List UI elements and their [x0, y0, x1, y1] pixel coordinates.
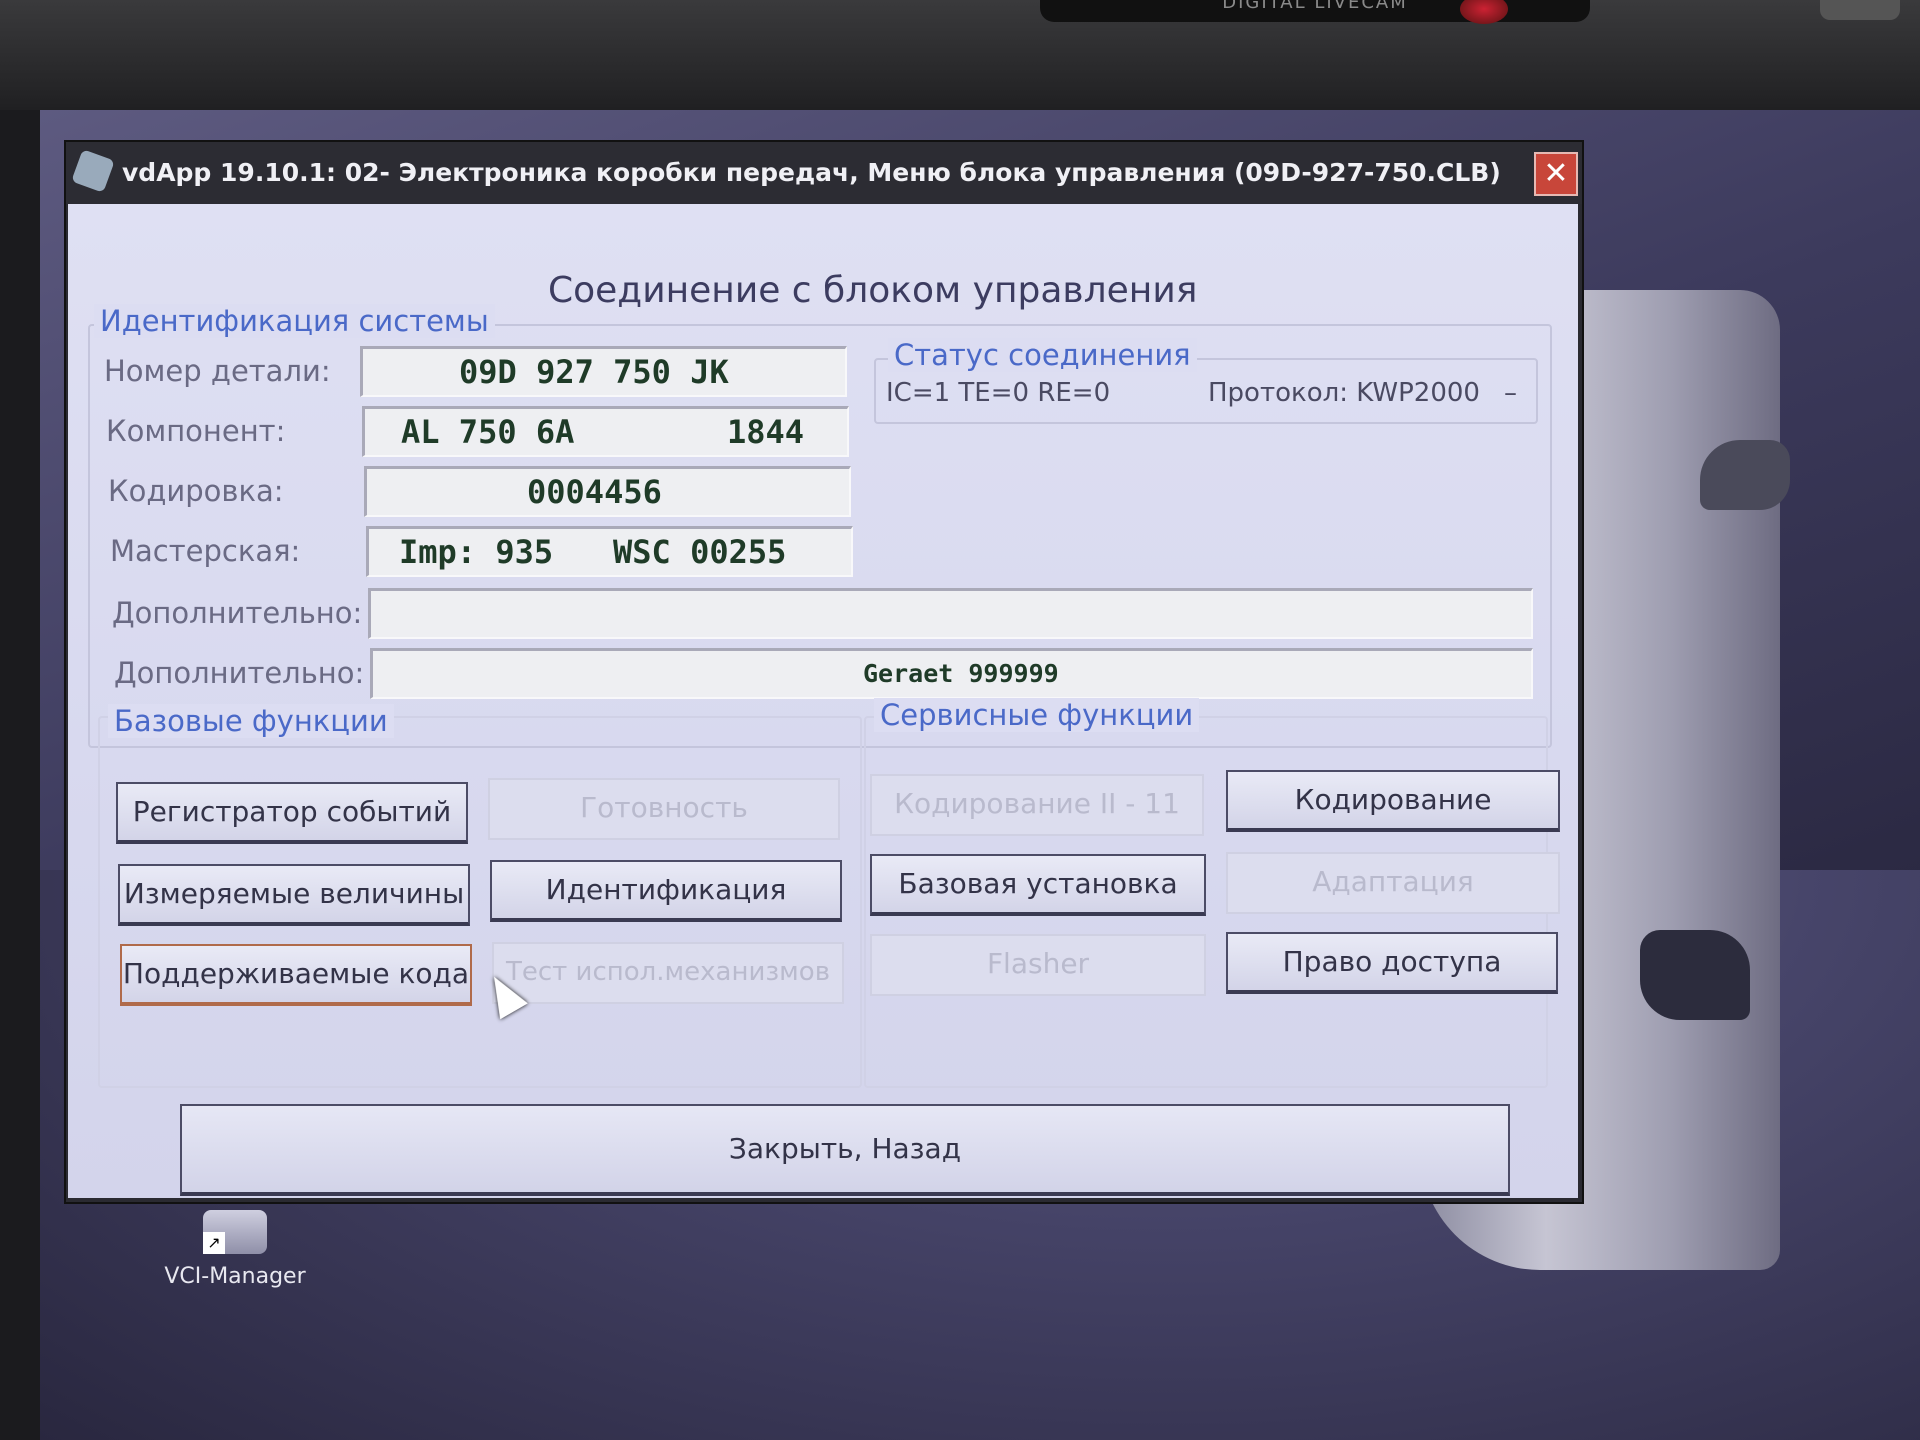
measured-values-button[interactable]: Измеряемые величины: [118, 864, 470, 926]
app-logo-icon: [71, 149, 115, 193]
coding-field: 0004456: [364, 466, 851, 517]
component-field: AL 750 6A 1844: [362, 406, 849, 457]
protocol-text: Протокол: KWP2000: [1208, 378, 1480, 408]
bezel-slot: [1820, 0, 1900, 20]
extra2-value: Geraet 999999: [863, 659, 1059, 688]
actuator-test-button[interactable]: Тест испол.механизмов: [492, 942, 844, 1004]
component-label: Компонент:: [106, 414, 286, 448]
basic-settings-button[interactable]: Базовая установка: [870, 854, 1206, 916]
part-number-field: 09D 927 750 JK: [360, 346, 847, 397]
title-bar[interactable]: vdApp 19.10.1: 02- Электроника коробки п…: [66, 142, 1582, 204]
wallpaper-car-mirror: [1700, 440, 1790, 510]
control-unit-window: vdApp 19.10.1: 02- Электроника коробки п…: [64, 140, 1584, 1204]
window-close-button[interactable]: ✕: [1534, 152, 1578, 196]
close-back-button[interactable]: Закрыть, Назад: [180, 1104, 1510, 1196]
readiness-button[interactable]: Готовность: [488, 778, 840, 840]
workshop-importer: Imp: 935: [399, 533, 554, 571]
basic-functions-label: Базовые функции: [108, 704, 394, 738]
page-title: Соединение с блоком управления: [548, 270, 1198, 311]
dialog-client-area: Соединение с блоком управления Идентифик…: [68, 204, 1578, 1198]
workshop-wsc: WSC 00255: [613, 533, 787, 571]
desktop-shortcut-label: VCI-Manager: [164, 1264, 306, 1289]
wallpaper-car-headlight: [1640, 930, 1750, 1020]
identification-button[interactable]: Идентификация: [490, 860, 842, 922]
coding-button[interactable]: Кодирование: [1226, 770, 1560, 832]
workshop-field: Imp: 935 WSC 00255: [366, 526, 853, 577]
connection-counters: IC=1 TE=0 RE=0: [886, 378, 1111, 408]
extra1-label: Дополнительно:: [112, 596, 363, 630]
workshop-label: Мастерская:: [110, 534, 301, 568]
service-functions-label: Сервисные функции: [874, 698, 1200, 732]
component-number: 1844: [727, 413, 805, 451]
coding-value: 0004456: [527, 473, 662, 511]
extra2-field: Geraet 999999: [370, 648, 1533, 699]
protocol-dash: –: [1504, 378, 1517, 408]
supported-codes-button[interactable]: Поддерживаемые кода: [120, 944, 472, 1006]
coding-ii-button[interactable]: Кодирование II - 11: [870, 774, 1204, 836]
extra2-label: Дополнительно:: [114, 656, 365, 690]
extra1-field: [368, 588, 1533, 639]
coding-label: Кодировка:: [108, 474, 284, 508]
event-recorder-button[interactable]: Регистратор событий: [116, 782, 468, 844]
connection-status-label: Статус соединения: [888, 338, 1197, 372]
window-title: vdApp 19.10.1: 02- Электроника коробки п…: [122, 158, 1501, 187]
shortcut-arrow-icon: ↗: [203, 1232, 225, 1254]
access-rights-button[interactable]: Право доступа: [1226, 932, 1558, 994]
vci-manager-icon: ↗: [203, 1210, 267, 1254]
adaptation-button[interactable]: Адаптация: [1226, 852, 1560, 914]
monitor-bezel: DIGITAL LIVECAM: [0, 0, 1920, 110]
system-identification-label: Идентификация системы: [94, 304, 495, 338]
flasher-button[interactable]: Flasher: [870, 934, 1206, 996]
part-number-label: Номер детали:: [104, 354, 331, 388]
component-value: AL 750 6A: [401, 413, 575, 451]
desktop-shortcut-vci-manager[interactable]: ↗ VCI-Manager: [140, 1210, 330, 1330]
part-number-value: 09D 927 750 JK: [459, 353, 729, 391]
